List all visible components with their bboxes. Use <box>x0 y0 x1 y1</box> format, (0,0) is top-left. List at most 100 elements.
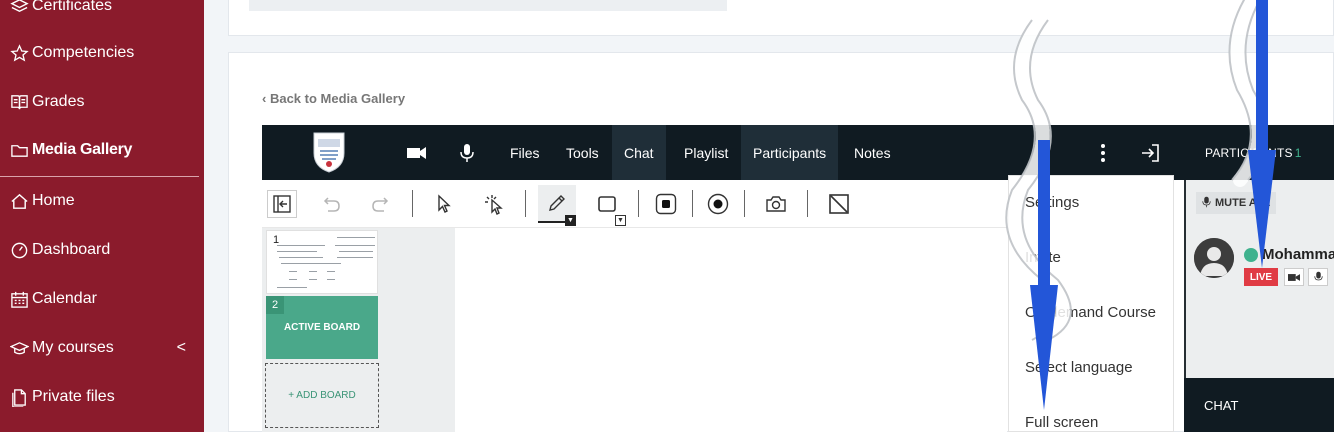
sidebar-item-label: Certificates <box>32 0 113 14</box>
board-thumbnail-2[interactable]: 2 ACTIVE BOARD <box>266 296 378 359</box>
tab-playlist[interactable]: Playlist <box>672 125 740 180</box>
record-icon[interactable] <box>703 190 733 218</box>
board-thumbnail-1[interactable]: 1 <box>266 230 378 294</box>
toolbar-divider <box>744 190 745 217</box>
sidebar-item-label: Dashboard <box>32 241 111 258</box>
sidebar-item-calendar[interactable]: Calendar <box>8 285 198 313</box>
breadcrumb-panel <box>228 0 1334 36</box>
board-number: 1 <box>267 231 285 249</box>
board-list: 1 2 ACTIVE BOARD + ADD BOARD <box>262 228 455 432</box>
chat-panel-header[interactable]: CHAT <box>1184 378 1334 432</box>
whiteboard-canvas[interactable] <box>455 228 1007 432</box>
back-to-media-gallery-link[interactable]: ‹ Back to Media Gallery <box>262 91 405 106</box>
microphone-icon <box>1202 196 1211 211</box>
sidebar-item-certificates[interactable]: Certificates <box>8 0 198 20</box>
active-board-label: ACTIVE BOARD <box>283 322 361 333</box>
participants-header: PARTICIPANTS 1 <box>1205 125 1302 180</box>
participant-video-icon[interactable] <box>1284 268 1304 286</box>
sidebar-item-label: Calendar <box>32 290 97 307</box>
live-badge: LIVE <box>1244 268 1278 286</box>
thumbnail-text-line <box>327 279 335 280</box>
thumbnail-text-line <box>335 245 375 246</box>
thumbnail-text-line <box>281 263 341 264</box>
chevron-left-icon: ‹ <box>262 91 270 106</box>
conference-top-bar: Files Tools Chat Playlist Participants N… <box>262 125 1334 180</box>
thumbnail-text-line <box>337 237 375 238</box>
stop-recording-icon[interactable] <box>651 190 681 218</box>
graduation-cap-icon <box>8 338 30 358</box>
clear-board-icon[interactable] <box>824 190 854 218</box>
menu-item-select-language[interactable]: Select language <box>1025 359 1133 376</box>
thumbnail-text-line <box>277 245 325 246</box>
thumbnail-text-line <box>289 271 297 272</box>
exit-icon[interactable] <box>1139 142 1161 164</box>
layers-icon <box>8 0 30 16</box>
collapse-panel-icon[interactable] <box>267 190 297 218</box>
folder-icon <box>8 140 30 160</box>
camera-snapshot-icon[interactable] <box>761 190 791 218</box>
sidebar-divider <box>0 176 199 177</box>
toolbar-divider <box>807 190 808 217</box>
chat-label: CHAT <box>1204 397 1239 413</box>
rectangle-shape-icon[interactable] <box>592 190 622 218</box>
sidebar-item-dashboard[interactable]: Dashboard <box>8 236 198 264</box>
sidebar-item-competencies[interactable]: Competencies <box>8 39 198 67</box>
thumbnail-text-line <box>339 251 373 252</box>
tab-participants[interactable]: Participants <box>741 125 839 180</box>
calendar-icon <box>8 289 30 309</box>
thumbnail-text-line <box>277 251 317 252</box>
toolbar-divider <box>412 190 413 217</box>
redo-icon[interactable] <box>366 190 396 218</box>
undo-icon[interactable] <box>316 190 346 218</box>
sidebar-item-label: Grades <box>32 93 85 110</box>
menu-item-settings[interactable]: Settings <box>1025 194 1079 211</box>
mute-all-button[interactable]: MUTE ALL <box>1196 192 1276 214</box>
participants-count: 1 <box>1294 145 1302 160</box>
microphone-icon[interactable] <box>456 142 478 164</box>
menu-item-invite[interactable]: Invite <box>1025 249 1061 266</box>
pencil-options-caret-icon[interactable]: ▼ <box>565 215 576 226</box>
select-pointer-icon[interactable] <box>429 190 459 218</box>
avatar <box>1194 238 1234 278</box>
online-status-icon <box>1244 248 1258 262</box>
tab-tools[interactable]: Tools <box>554 125 611 180</box>
sidebar-item-my-courses[interactable]: My courses < <box>8 334 198 362</box>
sidebar-item-private-files[interactable]: Private files <box>8 383 198 411</box>
tab-files[interactable]: Files <box>498 125 552 180</box>
video-camera-icon[interactable] <box>406 142 428 164</box>
thumbnail-text-line <box>327 271 335 272</box>
menu-item-on-demand-course[interactable]: On demand Course <box>1025 304 1156 321</box>
tab-chat[interactable]: Chat <box>612 125 666 180</box>
sidebar-item-grades[interactable]: Grades <box>8 88 198 116</box>
sidebar-item-label: Private files <box>32 388 115 405</box>
sidebar-item-label: Media Gallery <box>32 141 133 158</box>
breadcrumb <box>249 0 727 11</box>
home-icon <box>8 191 30 211</box>
options-menu: Settings Invite On demand Course Select … <box>1008 175 1174 432</box>
sidebar-item-home[interactable]: Home <box>8 187 198 215</box>
star-icon <box>8 43 30 63</box>
tab-notes[interactable]: Notes <box>842 125 903 180</box>
book-icon <box>8 92 30 112</box>
thumbnail-text-line <box>279 257 323 258</box>
sidebar-item-media-gallery[interactable]: Media Gallery <box>8 136 198 164</box>
participants-header-label: PARTICIPANTS <box>1205 145 1293 160</box>
toolbar-divider <box>525 190 526 217</box>
thumbnail-text-line <box>309 279 317 280</box>
sidebar-item-label: Home <box>32 192 75 209</box>
chevron-left-icon[interactable]: < <box>177 339 186 357</box>
participant-mic-icon[interactable] <box>1308 268 1328 286</box>
sidebar-item-label: My courses <box>32 339 114 356</box>
toolbar-divider <box>638 190 639 217</box>
thumbnail-text-line <box>277 287 307 288</box>
mute-all-label: MUTE ALL <box>1215 197 1271 209</box>
participants-panel: MUTE ALL Mohammad LIVE <box>1184 180 1334 378</box>
thumbnail-text-line <box>309 271 317 272</box>
back-link-label: Back to Media Gallery <box>269 91 406 106</box>
shape-options-caret-icon[interactable]: ▼ <box>615 215 626 226</box>
participant-name: Mohammad <box>1262 246 1334 263</box>
menu-item-full-screen[interactable]: Full screen <box>1025 414 1098 431</box>
add-board-button[interactable]: + ADD BOARD <box>265 363 379 428</box>
magic-pointer-icon[interactable] <box>479 190 509 218</box>
more-options-icon[interactable] <box>1092 142 1114 164</box>
